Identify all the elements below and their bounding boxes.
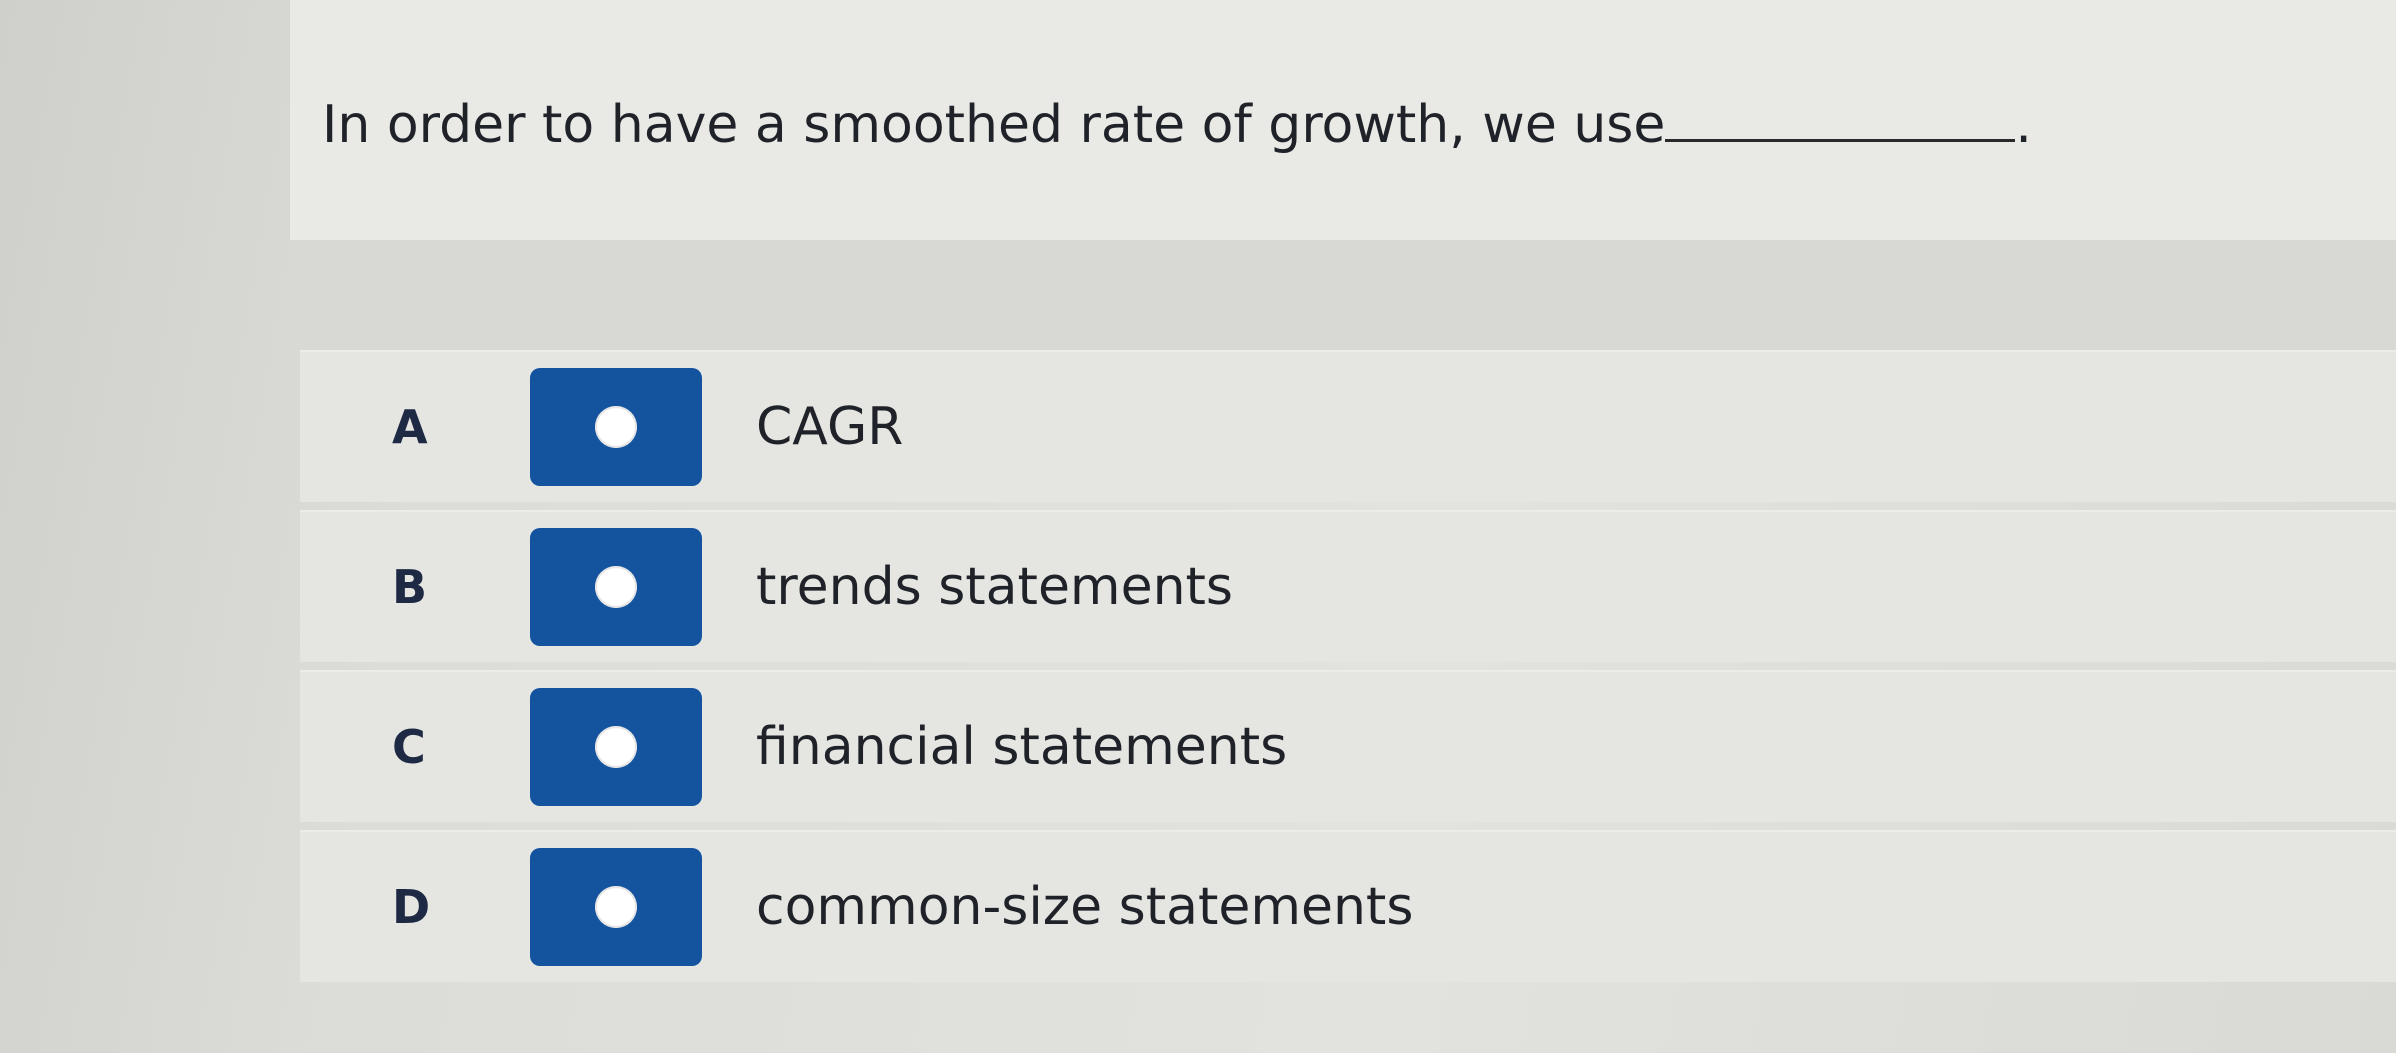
radio-button-d[interactable] [530,848,702,966]
option-d[interactable]: D common-size statements [300,830,2396,982]
option-label: trends statements [756,557,1234,617]
option-a[interactable]: A CAGR [300,350,2396,502]
question-period: . [2015,95,2032,155]
option-letter: D [392,880,431,934]
radio-circle-icon [595,726,637,768]
radio-circle-icon [595,406,637,448]
option-b[interactable]: B trends statements [300,510,2396,662]
option-letter: C [392,720,426,774]
radio-button-c[interactable] [530,688,702,806]
option-c[interactable]: C financial statements [300,670,2396,822]
radio-circle-icon [595,566,637,608]
question-text: In order to have a smoothed rate of grow… [322,90,2032,160]
options-list: A CAGR B trends statements C financial s… [300,350,2396,990]
answer-blank [1665,93,2016,142]
option-label: common-size statements [756,877,1414,937]
radio-button-a[interactable] [530,368,702,486]
option-letter: B [392,560,428,614]
option-label: CAGR [756,397,904,457]
radio-button-b[interactable] [530,528,702,646]
spacer-band [290,240,2396,350]
option-letter: A [392,400,428,454]
option-label: financial statements [756,717,1288,777]
radio-circle-icon [595,886,637,928]
question-prompt: In order to have a smoothed rate of grow… [322,95,1666,155]
